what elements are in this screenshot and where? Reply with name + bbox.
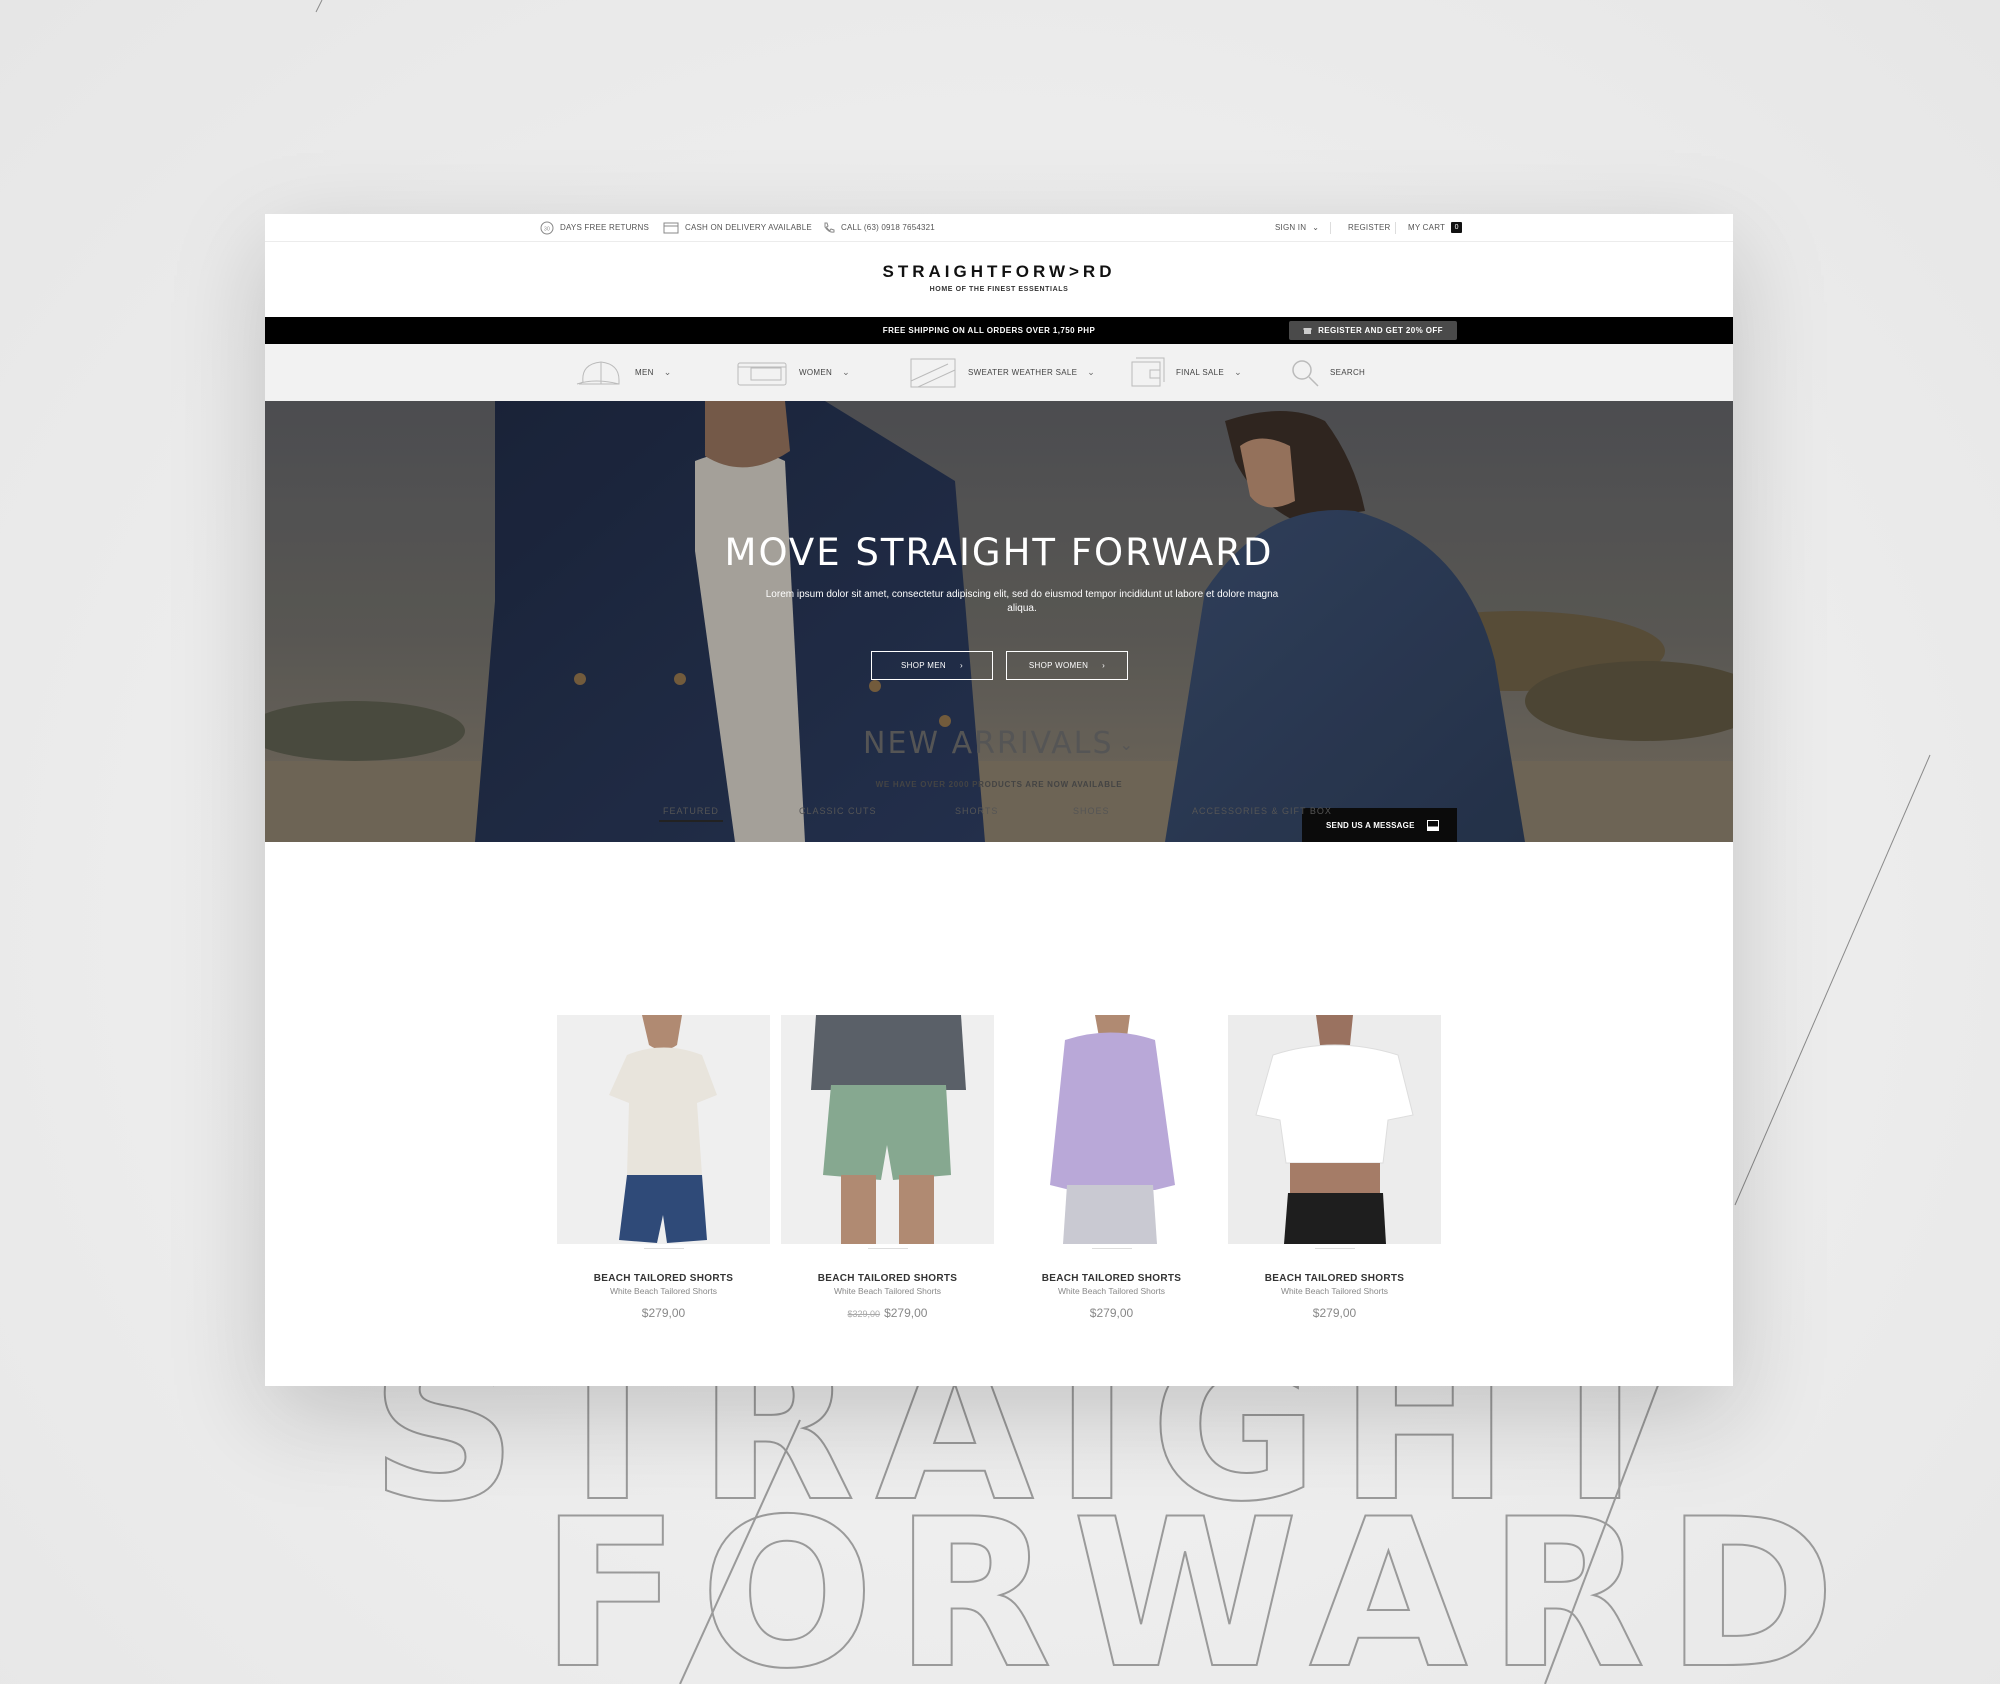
shop-women-label: SHOP WOMEN bbox=[1028, 661, 1089, 670]
hero-banner: MOVE STRAIGHT FORWARD Lorem ipsum dolor … bbox=[265, 401, 1733, 842]
bag-icon bbox=[910, 358, 956, 387]
sign-in-label: SIGN IN bbox=[1275, 223, 1307, 232]
hero-title: MOVE STRAIGHT FORWARD bbox=[724, 531, 1274, 574]
product-name[interactable]: BEACH TAILORED SHORTS bbox=[1005, 1273, 1218, 1284]
chevron-down-icon: ⌄ bbox=[1234, 367, 1242, 377]
chat-window-icon bbox=[1427, 819, 1439, 831]
tab-featured[interactable]: FEATURED bbox=[659, 806, 723, 822]
brand-tagline: HOME OF THE FINEST ESSENTIALS bbox=[929, 286, 1069, 293]
hero-subtitle: Lorem ipsum dolor sit amet, consectetur … bbox=[765, 589, 1279, 614]
product-description: White Beach Tailored Shorts bbox=[609, 1286, 718, 1296]
cod-label: CASH ON DELIVERY AVAILABLE bbox=[685, 223, 812, 232]
nav-label-final-sale: FINAL SALE bbox=[1176, 368, 1225, 377]
product-price-row: $279,00 bbox=[557, 1306, 770, 1320]
chevron-down-icon: ⌄ bbox=[842, 367, 850, 377]
product-description: White Beach Tailored Shorts bbox=[1057, 1286, 1166, 1296]
product-price: $279,00 bbox=[1089, 1306, 1134, 1320]
product-price-row: $279,00 bbox=[1228, 1306, 1441, 1320]
chevron-down-icon: ⌄ bbox=[1312, 223, 1320, 232]
search-icon bbox=[1292, 359, 1319, 387]
nav-item-final-sale[interactable]: FINAL SALE ⌄ bbox=[1130, 344, 1242, 401]
product-price-row: $329,00 $279,00 bbox=[781, 1306, 994, 1320]
calendar-icon bbox=[663, 222, 679, 233]
cart-label: MY CART bbox=[1408, 223, 1446, 232]
product-price: $279,00 bbox=[641, 1306, 686, 1320]
bg-word-forward: FORWARD bbox=[540, 1476, 1856, 1684]
phone-info[interactable]: CALL (63) 0918 7654321 bbox=[823, 214, 935, 241]
nav-label-sweater-weather-sale: SWEATER WEATHER SALE bbox=[968, 368, 1078, 377]
shop-women-button[interactable]: SHOP WOMEN › bbox=[1006, 651, 1128, 680]
header-logo-area: STRAIGHTFORW>RD HOME OF THE FINEST ESSEN… bbox=[265, 242, 1733, 317]
sign-in-dropdown[interactable]: SIGN IN ⌄ bbox=[1275, 214, 1319, 241]
chevron-right-icon: › bbox=[1102, 661, 1106, 670]
register-discount-label: REGISTER AND GET 20% OFF bbox=[1318, 326, 1443, 335]
product-price-row: $279,00 bbox=[1005, 1306, 1218, 1320]
nav-item-search[interactable]: SEARCH bbox=[1290, 344, 1365, 401]
utility-bar: 30 DAYS FREE RETURNS CASH ON DELIVERY AV… bbox=[265, 214, 1733, 242]
tab-classic-cuts[interactable]: CLASSIC CUTS bbox=[799, 806, 877, 816]
register-link[interactable]: REGISTER bbox=[1348, 214, 1391, 241]
cart-count-badge: 0 bbox=[1451, 222, 1463, 233]
product-card[interactable]: BEACH TAILORED SHORTS White Beach Tailor… bbox=[557, 1015, 770, 1320]
new-arrivals-title: NEW ARRIVALS bbox=[863, 726, 1114, 761]
product-image[interactable] bbox=[1005, 1015, 1218, 1244]
register-discount-button[interactable]: REGISTER AND GET 20% OFF bbox=[1289, 321, 1457, 340]
free-shipping-text: FREE SHIPPING ON ALL ORDERS OVER 1,750 P… bbox=[882, 326, 1096, 335]
product-old-price: $329,00 bbox=[847, 1309, 881, 1319]
cod-info: CASH ON DELIVERY AVAILABLE bbox=[663, 214, 812, 241]
nav-label-search: SEARCH bbox=[1330, 368, 1366, 377]
chevron-down-icon: ⌄ bbox=[1119, 735, 1135, 754]
chevron-down-icon: ⌄ bbox=[1087, 367, 1096, 377]
product-name[interactable]: BEACH TAILORED SHORTS bbox=[557, 1273, 770, 1284]
wallet-icon bbox=[737, 362, 787, 385]
product-price: $279,00 bbox=[1312, 1306, 1357, 1320]
nav-item-men[interactable]: MEN ⌄ bbox=[575, 344, 672, 401]
gift-icon bbox=[1303, 328, 1312, 334]
product-image[interactable] bbox=[1228, 1015, 1441, 1244]
nav-label-men: MEN bbox=[635, 368, 654, 377]
new-arrivals-heading[interactable]: NEW ARRIVALS ⌄ bbox=[265, 726, 1733, 761]
product-image[interactable] bbox=[557, 1015, 770, 1244]
send-message-label: SEND US A MESSAGE bbox=[1326, 820, 1415, 830]
tab-shorts[interactable]: SHORTS bbox=[955, 806, 998, 816]
brand-logo[interactable]: STRAIGHTFORW>RD bbox=[265, 262, 1733, 282]
product-card[interactable]: BEACH TAILORED SHORTS White Beach Tailor… bbox=[1005, 1015, 1218, 1320]
nav-label-women: WOMEN bbox=[799, 368, 833, 377]
hero-image bbox=[265, 401, 1733, 842]
product-card[interactable]: BEACH TAILORED SHORTS White Beach Tailor… bbox=[1228, 1015, 1441, 1320]
register-label: REGISTER bbox=[1348, 223, 1391, 232]
cap-icon bbox=[576, 360, 620, 384]
product-image[interactable] bbox=[781, 1015, 994, 1244]
promo-bar: FREE SHIPPING ON ALL ORDERS OVER 1,750 P… bbox=[265, 317, 1733, 344]
website-page: 30 DAYS FREE RETURNS CASH ON DELIVERY AV… bbox=[265, 214, 1733, 1386]
nav-item-women[interactable]: WOMEN ⌄ bbox=[735, 344, 850, 401]
product-name[interactable]: BEACH TAILORED SHORTS bbox=[781, 1273, 994, 1284]
new-arrivals-subtitle: WE HAVE OVER 2000 PRODUCTS ARE NOW AVAIL… bbox=[875, 780, 1123, 789]
returns-badge-icon: 30 bbox=[540, 221, 554, 234]
svg-text:30: 30 bbox=[544, 226, 550, 232]
my-cart-link[interactable]: MY CART 0 bbox=[1408, 214, 1463, 241]
tab-accessories-gift-box[interactable]: ACCESSORIES & GIFT BOX bbox=[1192, 806, 1332, 816]
product-description: White Beach Tailored Shorts bbox=[833, 1286, 942, 1296]
category-nav: MEN ⌄ WOMEN ⌄ SWEATER WEATHER SALE ⌄ FIN… bbox=[265, 344, 1733, 401]
phone-icon bbox=[824, 222, 835, 233]
shop-men-button[interactable]: SHOP MEN › bbox=[871, 651, 993, 680]
chevron-down-icon: ⌄ bbox=[663, 367, 672, 377]
tab-shoes[interactable]: SHOES bbox=[1073, 806, 1110, 816]
product-card[interactable]: BEACH TAILORED SHORTS White Beach Tailor… bbox=[781, 1015, 994, 1320]
card-icon bbox=[1131, 357, 1165, 386]
phone-label: CALL (63) 0918 7654321 bbox=[841, 223, 935, 232]
product-name[interactable]: BEACH TAILORED SHORTS bbox=[1228, 1273, 1441, 1284]
free-returns-label: DAYS FREE RETURNS bbox=[560, 223, 650, 232]
nav-item-sweater-weather-sale[interactable]: SWEATER WEATHER SALE ⌄ bbox=[908, 344, 1095, 401]
chevron-right-icon: › bbox=[959, 661, 963, 670]
shop-men-label: SHOP MEN bbox=[901, 661, 946, 670]
product-description: White Beach Tailored Shorts bbox=[1280, 1286, 1389, 1296]
product-price: $279,00 bbox=[884, 1306, 928, 1320]
free-returns-info: 30 DAYS FREE RETURNS bbox=[540, 214, 649, 241]
